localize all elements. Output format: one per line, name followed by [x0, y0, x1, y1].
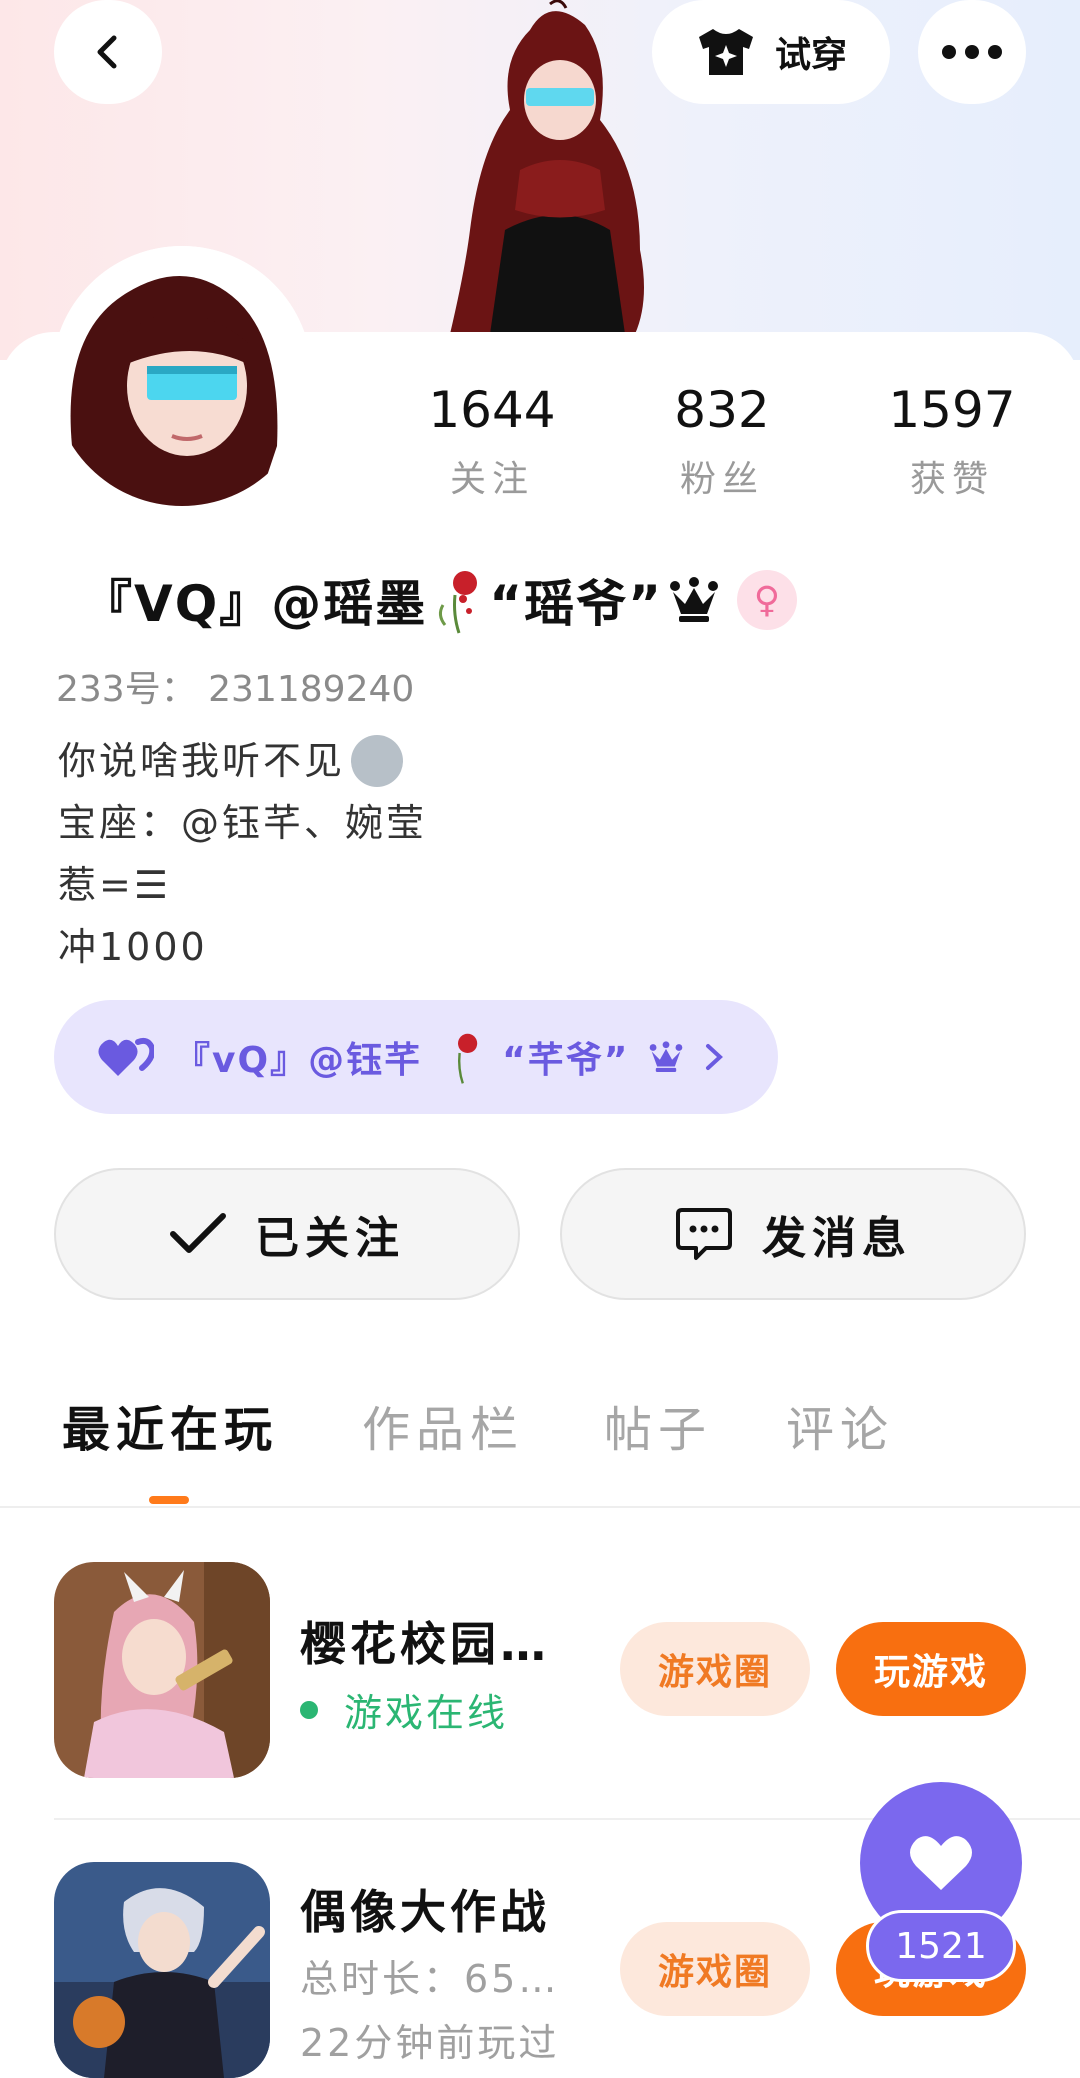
send-message-label: 发消息 — [762, 1213, 912, 1264]
try-on-button[interactable]: 试穿 — [652, 0, 890, 104]
try-on-label: 试穿 — [774, 35, 847, 76]
game-circle-button[interactable]: 游戏圈 — [620, 1622, 810, 1716]
gender-female-badge: ♀ — [736, 570, 797, 630]
tabs-divider — [0, 1506, 1080, 1508]
profile-tabs: 最近在玩 作品栏 帖子 评论 — [0, 1390, 1080, 1506]
tab-comments[interactable]: 评论 — [786, 1390, 894, 1460]
stat-followers[interactable]: 832 粉丝 — [642, 380, 802, 502]
avatar[interactable] — [52, 246, 312, 506]
bio-line: 宝座：@钰芊、婉莹 — [58, 801, 428, 845]
game-total-time: 总时长：65… — [300, 1957, 560, 2001]
game-last-played: 22分钟前玩过 — [300, 2021, 560, 2065]
rose-icon — [439, 571, 478, 634]
avatar-image — [52, 246, 312, 506]
send-message-button[interactable]: 发消息 — [560, 1168, 1026, 1300]
tshirt-icon — [698, 29, 753, 75]
stat-likes[interactable]: 1597 获赞 — [872, 380, 1032, 502]
stat-value: 832 — [674, 381, 770, 439]
bio-line: 冲1000 — [58, 925, 208, 969]
like-count: 1521 — [866, 1910, 1016, 1982]
more-dots-icon — [942, 45, 1002, 59]
followed-button[interactable]: 已关注 — [54, 1168, 520, 1300]
more-options-button[interactable] — [918, 0, 1026, 104]
chevron-left-icon — [97, 35, 117, 69]
bio: 你说啥我听不见 宝座：@钰芊、婉莹 惹=☰ 冲1000 — [58, 730, 427, 978]
moon-emoji-icon — [351, 735, 404, 787]
game-circle-button[interactable]: 游戏圈 — [620, 1922, 810, 2016]
crown-icon — [669, 577, 718, 622]
bio-line: 你说啥我听不见 — [58, 739, 346, 783]
avatar-3d-figure[interactable] — [410, 0, 690, 334]
game-thumbnail — [54, 1562, 270, 1778]
stat-label: 关注 — [449, 459, 534, 500]
couple-name: 『vQ』@钰芊 — [174, 1040, 423, 1081]
tab-posts[interactable]: 帖子 — [604, 1390, 712, 1460]
game-status: 游戏在线 — [300, 1682, 508, 1737]
nickname: “瑶爷” — [489, 575, 663, 633]
user-id[interactable]: 233号： 231189240 — [56, 660, 414, 712]
game-title[interactable]: 樱花校园… — [300, 1608, 550, 1674]
chevron-right-icon — [706, 1044, 724, 1070]
stat-value: 1644 — [428, 381, 556, 439]
check-icon — [170, 1213, 226, 1253]
username-row: 『VQ』@瑶墨 “瑶爷” ♀ — [82, 560, 797, 640]
game-title[interactable]: 偶像大作战 — [300, 1876, 550, 1942]
message-bubble-icon — [676, 1208, 732, 1260]
tab-recently-played[interactable]: 最近在玩 — [62, 1390, 278, 1460]
game-status-text: 游戏在线 — [344, 1691, 509, 1735]
game-icon-idol-battle[interactable] — [54, 1862, 270, 2078]
female-icon: ♀ — [753, 579, 781, 621]
stat-following[interactable]: 1644 关注 — [412, 380, 572, 502]
couple-hearts-icon — [98, 1037, 154, 1076]
play-game-button[interactable]: 玩游戏 — [836, 1622, 1026, 1716]
game-icon-sakura-school[interactable] — [54, 1562, 270, 1778]
stat-label: 获赞 — [909, 459, 994, 500]
heart-icon — [910, 1836, 972, 1890]
crown-icon — [650, 1041, 683, 1072]
tab-works[interactable]: 作品栏 — [362, 1390, 524, 1460]
active-tab-indicator — [149, 1496, 189, 1504]
back-button[interactable] — [54, 0, 162, 104]
online-dot-icon — [300, 1700, 318, 1719]
username: 『VQ』@瑶墨 — [82, 575, 428, 633]
followed-label: 已关注 — [255, 1213, 405, 1264]
rose-icon — [458, 1033, 478, 1084]
bio-line: 惹=☰ — [58, 863, 171, 907]
couple-nickname: “芊爷” — [502, 1040, 630, 1081]
game-thumbnail — [54, 1862, 270, 2078]
couple-link[interactable]: 『vQ』@钰芊 “芊爷” — [54, 1000, 778, 1114]
stat-label: 粉丝 — [679, 459, 764, 500]
stat-value: 1597 — [888, 381, 1016, 439]
